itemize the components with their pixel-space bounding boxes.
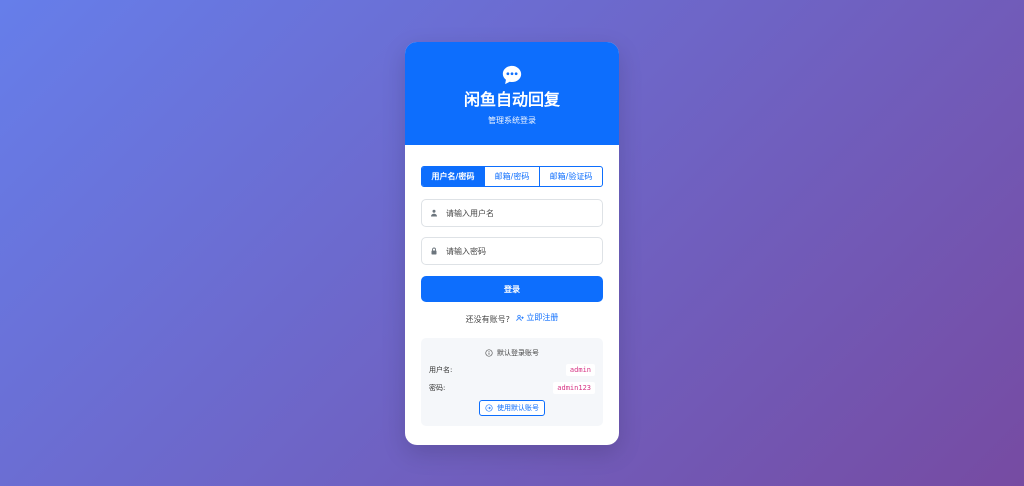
use-default-account-button[interactable]: 使用默认账号 [479,400,545,416]
login-method-tabs: 用户名/密码 邮箱/密码 邮箱/验证码 [421,166,603,187]
card-header: 闲鱼自动回复 管理系统登录 [405,42,619,145]
register-prompt: 还没有账号? [465,315,510,324]
app-title: 闲鱼自动回复 [463,90,560,109]
use-default-account-label: 使用默认账号 [497,404,539,412]
info-circle-icon [485,349,493,357]
lock-icon [431,247,437,255]
username-input[interactable] [446,208,586,218]
login-button[interactable]: 登录 [421,276,603,302]
register-line: 还没有账号? 立即注册 [421,312,603,326]
arrow-circle-icon [485,404,493,412]
login-card: 闲鱼自动回复 管理系统登录 用户名/密码 邮箱/密码 邮箱/验证码 登录 还没有… [405,42,619,445]
default-password-row: 密码: admin123 [429,382,595,394]
username-field [421,199,603,227]
default-password-value: admin123 [553,382,595,394]
app-subtitle: 管理系统登录 [488,116,536,125]
default-account-title: 默认登录账号 [429,348,595,358]
register-link-label: 立即注册 [526,313,559,322]
register-link[interactable]: 立即注册 [516,312,558,324]
person-icon [431,209,437,217]
person-plus-icon [516,314,525,322]
default-account-box: 默认登录账号 用户名: admin 密码: admin123 使用默认账号 [421,338,603,426]
default-username-value: admin [565,364,595,376]
password-field [421,237,603,265]
card-body: 用户名/密码 邮箱/密码 邮箱/验证码 登录 还没有账号? [405,145,619,426]
password-input[interactable] [446,246,586,256]
default-username-row: 用户名: admin [429,364,595,376]
default-username-label: 用户名: [429,366,453,374]
default-account-title-text: 默认登录账号 [497,349,539,357]
tab-email-code[interactable]: 邮箱/验证码 [540,167,602,186]
tab-email-password[interactable]: 邮箱/密码 [485,167,540,186]
tab-username-password[interactable]: 用户名/密码 [422,167,485,186]
default-password-label: 密码: [429,384,446,392]
chat-dots-icon [502,65,522,85]
